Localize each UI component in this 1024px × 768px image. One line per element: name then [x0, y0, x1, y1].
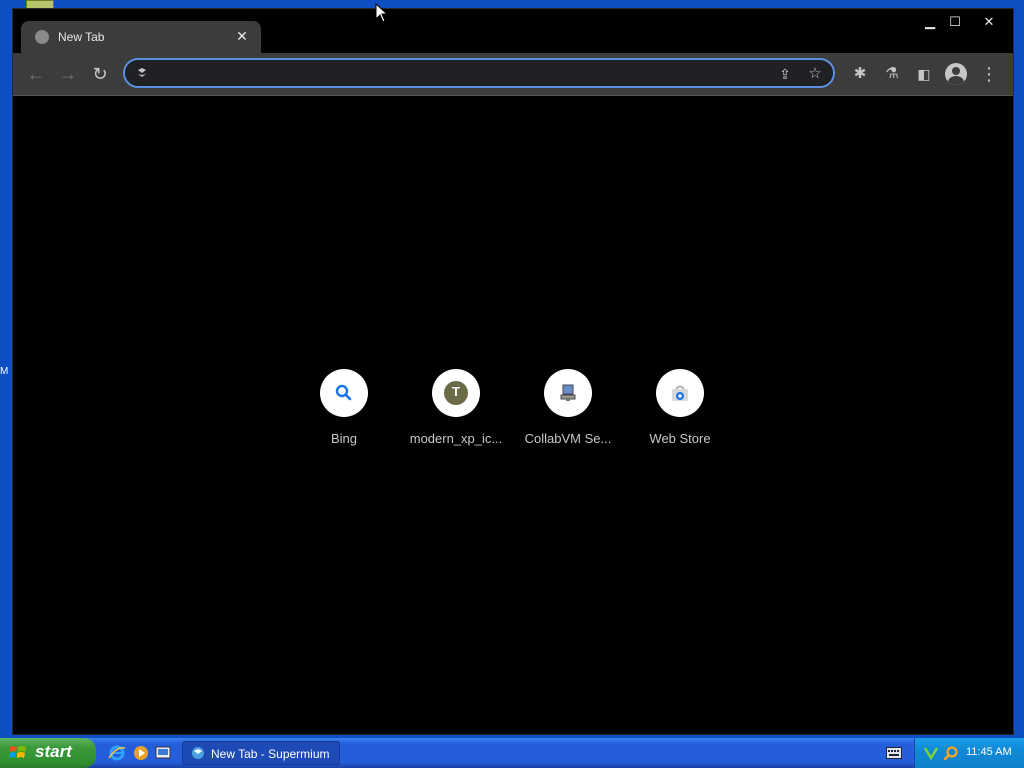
tab-title: New Tab: [58, 30, 105, 44]
minimize-button[interactable]: ▁: [918, 13, 942, 31]
shortcut-label: CollabVM Se...: [524, 431, 612, 446]
shortcut-label: Web Store: [649, 431, 711, 446]
close-window-button[interactable]: ✕: [977, 13, 1001, 31]
windows-logo-icon: [9, 746, 26, 758]
side-panel-icon[interactable]: ◧: [911, 61, 937, 87]
globe-icon: [35, 30, 49, 44]
address-input[interactable]: [155, 63, 759, 85]
browser-toolbar: ← → ↻ ⇪ ☆ ✱ ⚗ ◧ ⋮: [13, 53, 1013, 96]
computer-icon: [544, 369, 592, 417]
mouse-cursor-icon: [375, 3, 387, 23]
shortcut-tile[interactable]: CollabVM Se...: [512, 369, 624, 459]
new-tab-page: Bing T modern_xp_ic... CollabVM Se... We…: [13, 96, 1013, 734]
taskbar-window-label: New Tab - Supermium: [211, 747, 330, 761]
shortcut-tile[interactable]: Web Store: [624, 369, 736, 459]
media-player-icon[interactable]: [132, 744, 150, 762]
bookmark-star-icon[interactable]: ☆: [805, 64, 825, 84]
address-bar[interactable]: ⇪ ☆: [123, 58, 835, 88]
clock: 11:45 AM: [966, 746, 1012, 758]
letter-t-badge: T: [444, 381, 468, 405]
labs-flask-icon[interactable]: ⚗: [879, 61, 905, 87]
system-tray: 11:45 AM: [914, 738, 1024, 768]
title-bar: New Tab ✕ ▁ ☐ ✕: [13, 9, 1013, 53]
tab-new-tab[interactable]: New Tab ✕: [21, 21, 261, 53]
back-button[interactable]: ←: [23, 61, 49, 87]
tab-close-button[interactable]: ✕: [233, 27, 251, 45]
letter-t-icon: T: [432, 369, 480, 417]
shortcut-tile[interactable]: Bing: [288, 369, 400, 459]
search-icon: [320, 369, 368, 417]
extensions-icon[interactable]: ✱: [847, 61, 873, 87]
supermium-logo-icon: [135, 66, 149, 80]
profile-avatar-icon: [945, 63, 967, 85]
shortcut-tile[interactable]: T modern_xp_ic...: [400, 369, 512, 459]
taskbar-window-button[interactable]: New Tab - Supermium: [182, 741, 340, 765]
desktop-edge-label: M: [0, 366, 10, 380]
reload-button[interactable]: ↻: [87, 61, 113, 87]
maximize-button[interactable]: ☐: [943, 13, 967, 31]
shortcut-label: Bing: [330, 431, 358, 446]
keyboard-icon[interactable]: [886, 747, 902, 759]
supermium-icon: [192, 747, 204, 759]
profile-button[interactable]: [943, 61, 969, 87]
search-tray-icon[interactable]: [943, 745, 959, 761]
forward-button[interactable]: →: [55, 61, 81, 87]
menu-button[interactable]: ⋮: [976, 61, 1002, 87]
webstore-icon: [656, 369, 704, 417]
start-label: start: [35, 742, 72, 761]
shortcut-label: modern_xp_ic...: [409, 431, 503, 446]
start-button[interactable]: start: [0, 738, 96, 768]
network-icon[interactable]: [923, 745, 939, 761]
show-desktop-icon[interactable]: [154, 744, 172, 762]
share-icon[interactable]: ⇪: [775, 64, 795, 84]
internet-explorer-icon[interactable]: [108, 744, 126, 762]
taskbar: start New Tab - Supermium 11:45 AM: [0, 738, 1024, 768]
browser-window: New Tab ✕ ▁ ☐ ✕ ← → ↻ ⇪ ☆ ✱ ⚗ ◧ ⋮ Bing T…: [12, 8, 1014, 735]
